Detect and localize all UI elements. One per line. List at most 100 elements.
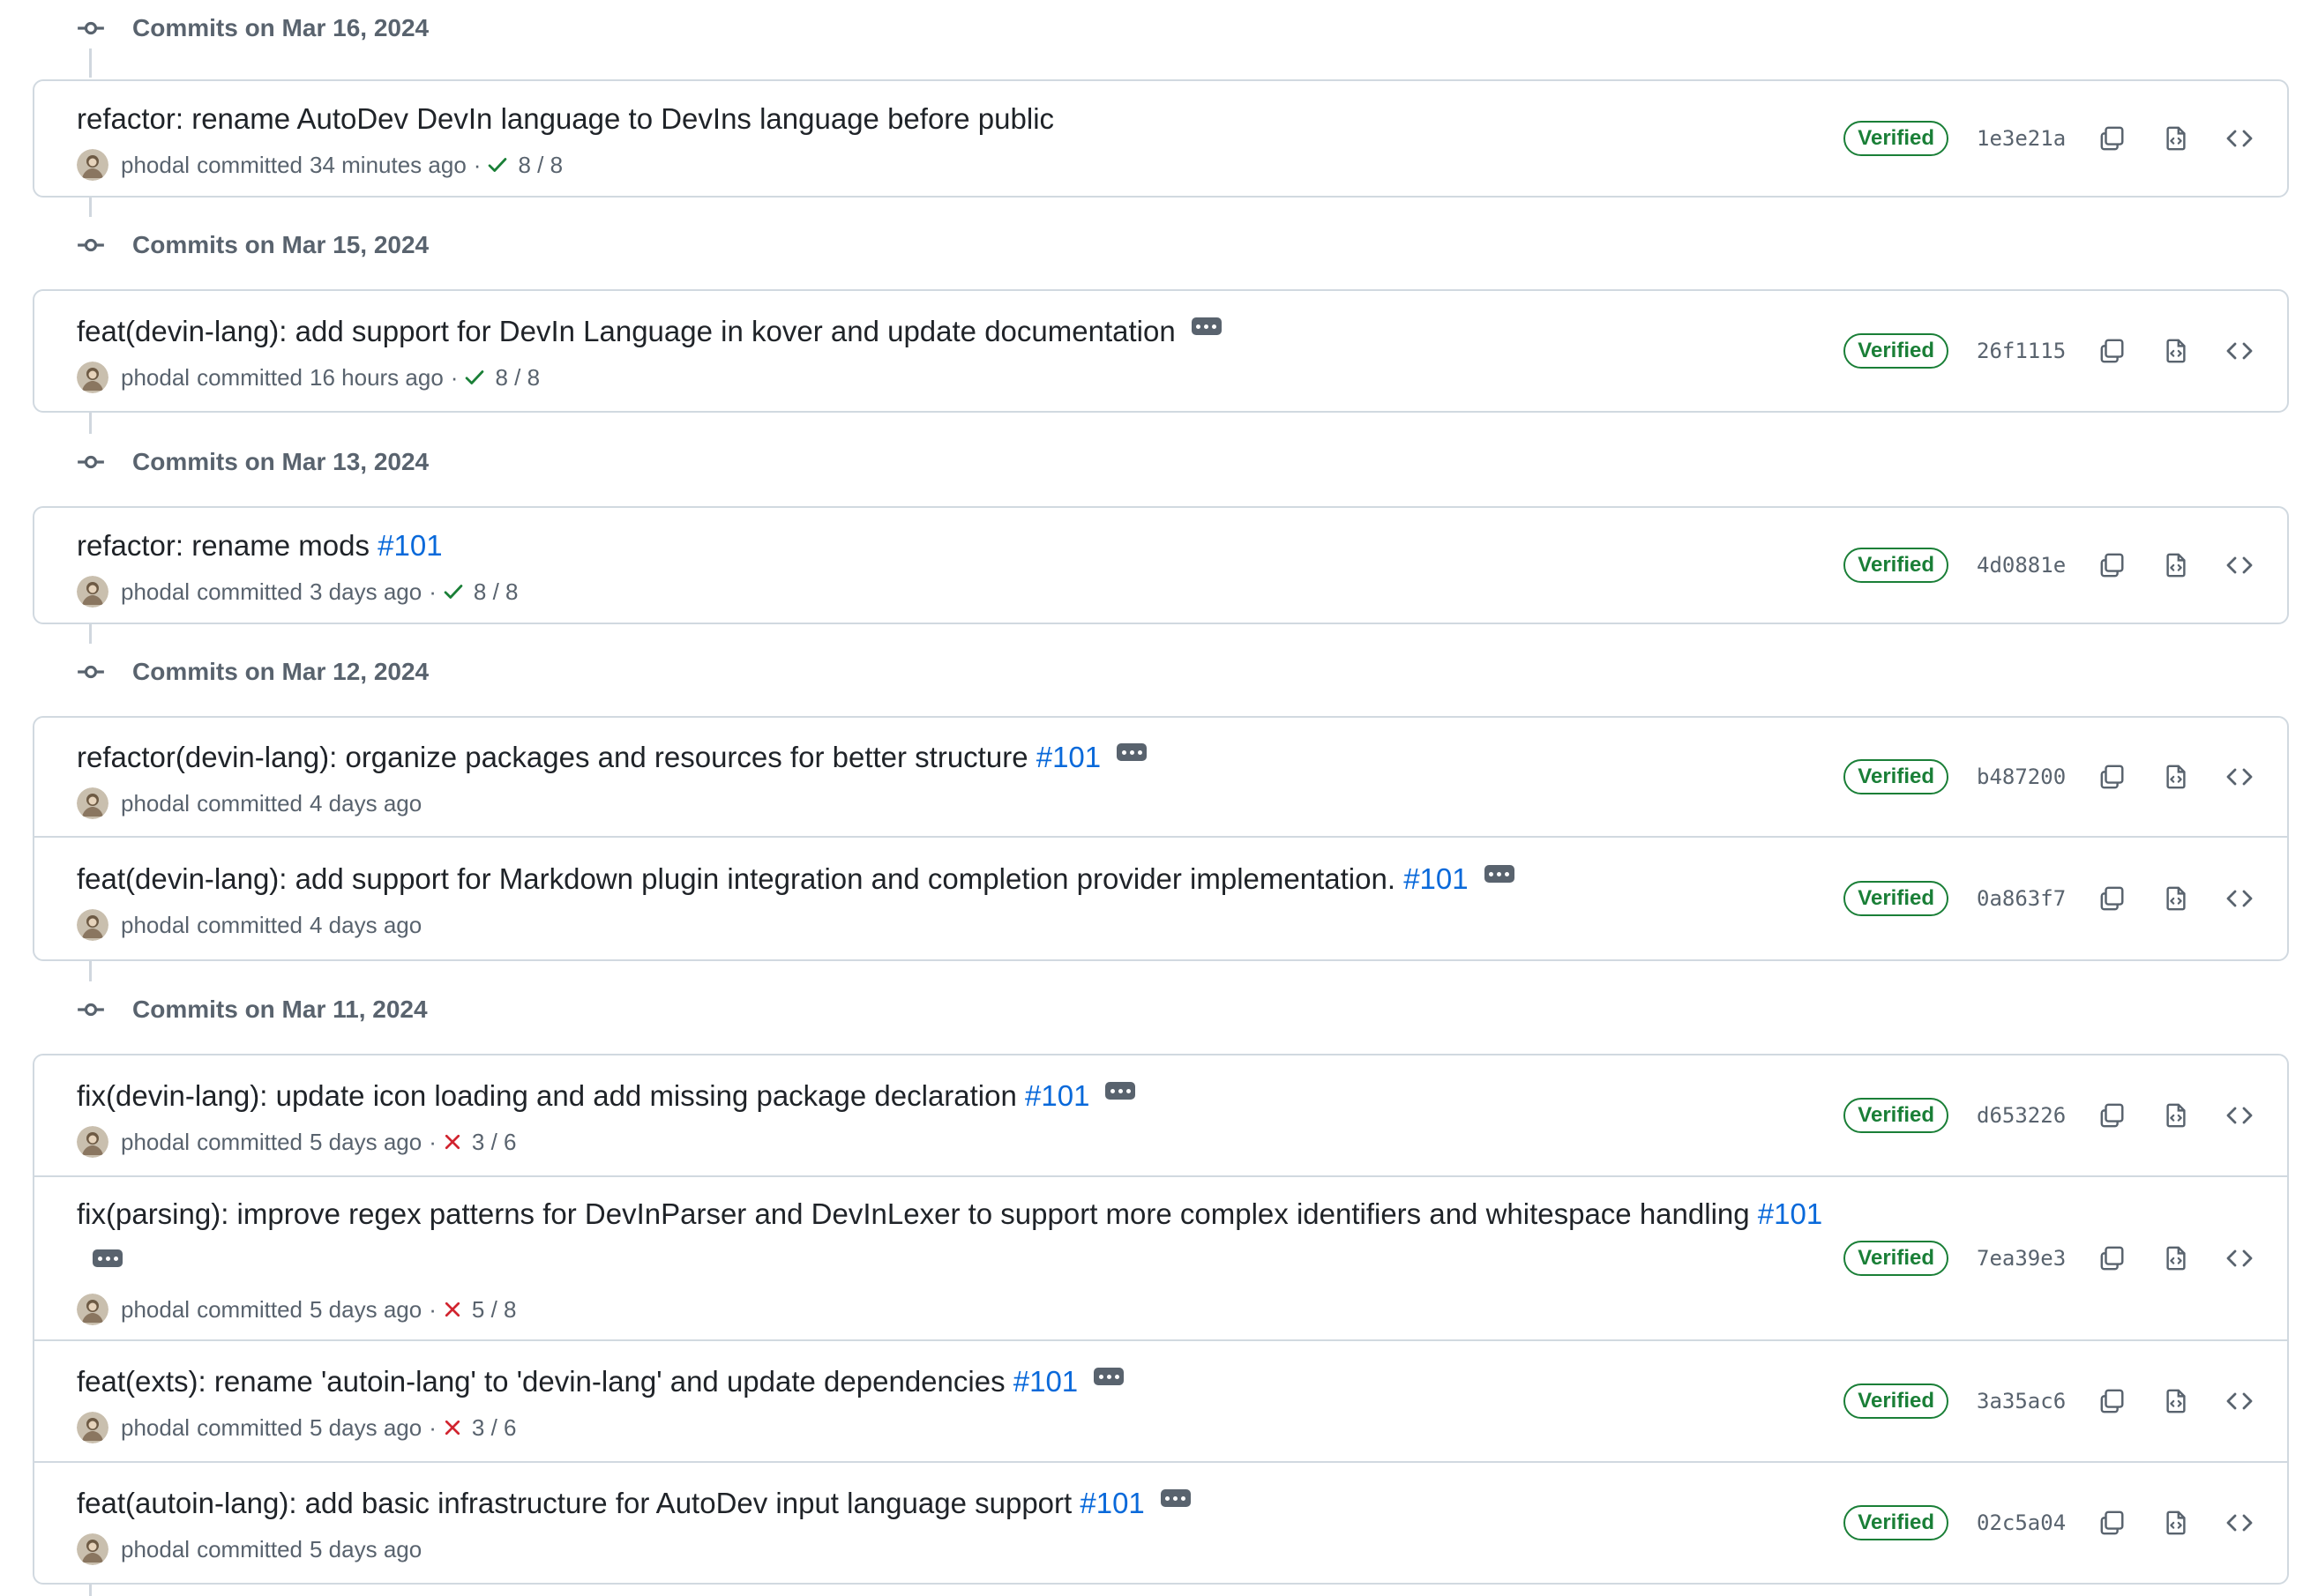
verified-badge[interactable]: Verified bbox=[1843, 759, 1948, 794]
user-avatar[interactable] bbox=[77, 1412, 108, 1443]
copy-sha-button[interactable] bbox=[2090, 1235, 2135, 1281]
commit-author-link[interactable]: phodal bbox=[121, 578, 190, 606]
pull-request-link[interactable]: #101 bbox=[378, 529, 442, 562]
user-avatar[interactable] bbox=[77, 576, 108, 608]
commit-time[interactable]: 4 days ago bbox=[310, 790, 422, 817]
browse-repository-button[interactable] bbox=[2217, 1093, 2262, 1138]
commit-sha-link[interactable]: 1e3e21a bbox=[1977, 126, 2072, 151]
browse-repository-button[interactable] bbox=[2217, 542, 2262, 588]
commit-author-link[interactable]: phodal bbox=[121, 1296, 190, 1324]
view-commit-details-button[interactable] bbox=[2153, 1378, 2199, 1424]
checks-status-button[interactable]: 3 / 6 bbox=[442, 1129, 516, 1156]
copy-sha-button[interactable] bbox=[2090, 116, 2135, 161]
expand-description-button[interactable] bbox=[1105, 1082, 1136, 1100]
commit-author-link[interactable]: phodal bbox=[121, 912, 190, 939]
view-commit-details-button[interactable] bbox=[2153, 876, 2199, 921]
commit-time[interactable]: 5 days ago bbox=[310, 1414, 422, 1442]
browse-repository-button[interactable] bbox=[2217, 1235, 2262, 1281]
commit-sha-link[interactable]: d653226 bbox=[1977, 1103, 2072, 1128]
commit-message-link[interactable]: refactor: rename mods bbox=[77, 529, 370, 562]
checks-status-button[interactable]: 3 / 6 bbox=[442, 1414, 516, 1442]
user-avatar[interactable] bbox=[77, 909, 108, 941]
browse-repository-button[interactable] bbox=[2217, 1378, 2262, 1424]
checks-status-button[interactable]: 8 / 8 bbox=[486, 152, 563, 179]
expand-description-button[interactable] bbox=[1117, 743, 1148, 762]
user-avatar[interactable] bbox=[77, 787, 108, 819]
commit-message-link[interactable]: feat(devin-lang): add support for Markdo… bbox=[77, 862, 1395, 895]
commit-author-link[interactable]: phodal bbox=[121, 1536, 190, 1563]
user-avatar[interactable] bbox=[77, 1533, 108, 1565]
commit-sha-link[interactable]: 7ea39e3 bbox=[1977, 1246, 2072, 1271]
browse-repository-button[interactable] bbox=[2217, 1500, 2262, 1546]
commit-sha-link[interactable]: 3a35ac6 bbox=[1977, 1389, 2072, 1413]
copy-sha-button[interactable] bbox=[2090, 1500, 2135, 1546]
expand-description-button[interactable] bbox=[1160, 1489, 1191, 1508]
view-commit-details-button[interactable] bbox=[2153, 754, 2199, 800]
checks-status-button[interactable]: 8 / 8 bbox=[463, 364, 540, 392]
commit-message-link[interactable]: fix(parsing): improve regex patterns for… bbox=[77, 1197, 1750, 1230]
commit-time[interactable]: 5 days ago bbox=[310, 1129, 422, 1156]
browse-repository-button[interactable] bbox=[2217, 876, 2262, 921]
commit-message-link[interactable]: refactor(devin-lang): organize packages … bbox=[77, 741, 1028, 773]
pull-request-link[interactable]: #101 bbox=[1080, 1487, 1144, 1519]
commit-time[interactable]: 34 minutes ago bbox=[310, 152, 467, 179]
verified-badge[interactable]: Verified bbox=[1843, 1241, 1948, 1276]
view-commit-details-button[interactable] bbox=[2153, 1500, 2199, 1546]
commit-time[interactable]: 5 days ago bbox=[310, 1296, 422, 1324]
commit-author-link[interactable]: phodal bbox=[121, 1414, 190, 1442]
view-commit-details-button[interactable] bbox=[2153, 328, 2199, 374]
commit-author-link[interactable]: phodal bbox=[121, 364, 190, 392]
view-commit-details-button[interactable] bbox=[2153, 116, 2199, 161]
copy-sha-button[interactable] bbox=[2090, 1093, 2135, 1138]
copy-sha-button[interactable] bbox=[2090, 328, 2135, 374]
commit-author-link[interactable]: phodal bbox=[121, 1129, 190, 1156]
checks-status-button[interactable]: 8 / 8 bbox=[442, 578, 518, 606]
copy-sha-button[interactable] bbox=[2090, 1378, 2135, 1424]
verified-badge[interactable]: Verified bbox=[1843, 881, 1948, 916]
commit-sha-link[interactable]: 0a863f7 bbox=[1977, 886, 2072, 911]
browse-repository-button[interactable] bbox=[2217, 116, 2262, 161]
view-commit-details-button[interactable] bbox=[2153, 1235, 2199, 1281]
copy-sha-button[interactable] bbox=[2090, 542, 2135, 588]
pull-request-link[interactable]: #101 bbox=[1403, 862, 1468, 895]
commit-message-link[interactable]: feat(exts): rename 'autoin-lang' to 'dev… bbox=[77, 1365, 1006, 1398]
copy-sha-button[interactable] bbox=[2090, 876, 2135, 921]
pull-request-link[interactable]: #101 bbox=[1013, 1365, 1078, 1398]
verified-badge[interactable]: Verified bbox=[1843, 1383, 1948, 1419]
user-avatar[interactable] bbox=[77, 149, 108, 181]
commit-sha-link[interactable]: 4d0881e bbox=[1977, 553, 2072, 578]
commit-message-link[interactable]: refactor: rename AutoDev DevIn language … bbox=[77, 102, 1054, 135]
expand-description-button[interactable] bbox=[1191, 317, 1222, 336]
expand-description-button[interactable] bbox=[1484, 865, 1514, 884]
commit-message-link[interactable]: feat(autoin-lang): add basic infrastruct… bbox=[77, 1487, 1072, 1519]
commit-time[interactable]: 16 hours ago bbox=[310, 364, 444, 392]
expand-description-button[interactable] bbox=[93, 1249, 123, 1268]
verified-badge[interactable]: Verified bbox=[1843, 333, 1948, 369]
expand-description-button[interactable] bbox=[1094, 1368, 1125, 1386]
verified-badge[interactable]: Verified bbox=[1843, 1098, 1948, 1133]
commit-sha-link[interactable]: 26f1115 bbox=[1977, 339, 2072, 363]
commit-time[interactable]: 4 days ago bbox=[310, 912, 422, 939]
commit-message-link[interactable]: feat(devin-lang): add support for DevIn … bbox=[77, 315, 1176, 347]
verified-badge[interactable]: Verified bbox=[1843, 548, 1948, 583]
user-avatar[interactable] bbox=[77, 1126, 108, 1158]
pull-request-link[interactable]: #101 bbox=[1025, 1079, 1089, 1112]
commit-time[interactable]: 3 days ago bbox=[310, 578, 422, 606]
commit-time[interactable]: 5 days ago bbox=[310, 1536, 422, 1563]
verified-badge[interactable]: Verified bbox=[1843, 121, 1948, 156]
commit-message-link[interactable]: fix(devin-lang): update icon loading and… bbox=[77, 1079, 1017, 1112]
pull-request-link[interactable]: #101 bbox=[1758, 1197, 1822, 1230]
view-commit-details-button[interactable] bbox=[2153, 542, 2199, 588]
user-avatar[interactable] bbox=[77, 1294, 108, 1325]
checks-status-button[interactable]: 5 / 8 bbox=[442, 1296, 516, 1324]
view-commit-details-button[interactable] bbox=[2153, 1093, 2199, 1138]
pull-request-link[interactable]: #101 bbox=[1036, 741, 1101, 773]
commit-sha-link[interactable]: 02c5a04 bbox=[1977, 1510, 2072, 1535]
commit-author-link[interactable]: phodal bbox=[121, 152, 190, 179]
verified-badge[interactable]: Verified bbox=[1843, 1505, 1948, 1540]
browse-repository-button[interactable] bbox=[2217, 328, 2262, 374]
commit-author-link[interactable]: phodal bbox=[121, 790, 190, 817]
commit-sha-link[interactable]: b487200 bbox=[1977, 764, 2072, 789]
browse-repository-button[interactable] bbox=[2217, 754, 2262, 800]
user-avatar[interactable] bbox=[77, 362, 108, 393]
